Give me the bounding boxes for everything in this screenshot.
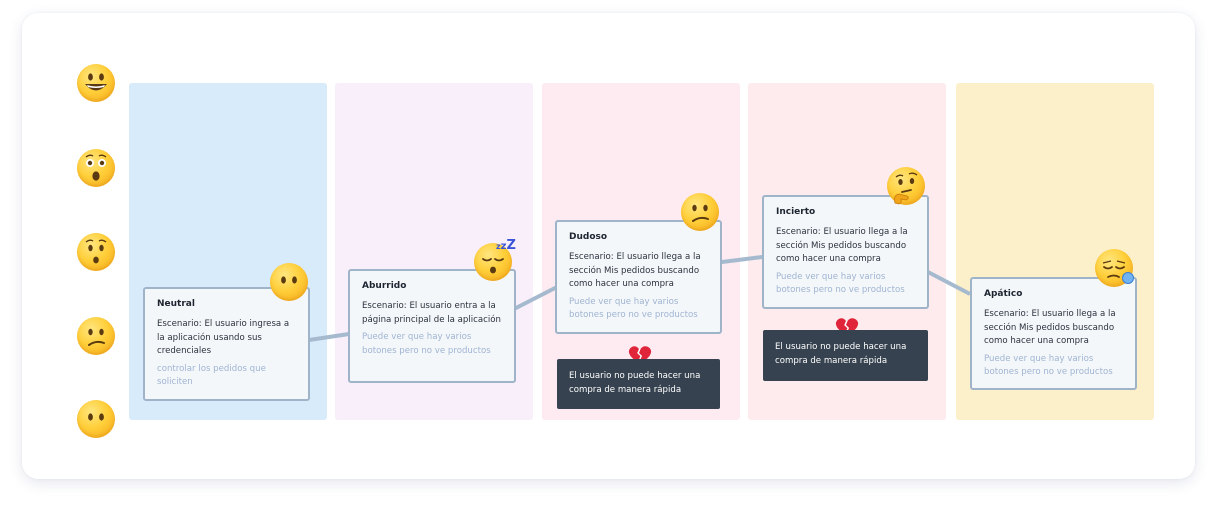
zzz-icon: zzZ [496,238,516,253]
card-scenario: Escenario: El usuario llega a la sección… [569,252,701,289]
card-hint: Puede ver que hay varios botones pero no… [569,296,698,321]
journey-card-neutral[interactable]: Neutral Escenario: El usuario ingresa a … [143,287,310,401]
card-title: Apático [984,289,1023,299]
snot-bubble-icon [1122,272,1134,284]
card-scenario: Escenario: El usuario llega a la sección… [776,227,908,264]
confused-face-icon [77,317,115,355]
confused-face-icon [681,193,719,231]
pain-point-box: El usuario no puede hacer una compra de … [763,330,928,381]
card-hint: Puede ver que hay varios botones pero no… [362,332,491,356]
card-scenario: Escenario: El usuario llega a la sección… [984,309,1116,346]
pain-point-box: El usuario no puede hacer una compra de … [557,359,720,409]
card-hint: controlar los pedidos que soliciten [157,363,266,388]
card-scenario: Escenario: El usuario ingresa a la aplic… [157,319,290,356]
card-title: Incierto [776,207,816,217]
thinking-face-icon [887,167,925,205]
journey-card-aburrido[interactable]: Aburrido Escenario: El usuario entra a l… [348,269,516,383]
face-without-mouth-icon [77,400,115,438]
face-without-mouth-icon [270,263,308,301]
hushed-face-icon [77,233,115,271]
card-scenario: Escenario: El usuario entra a la página … [362,301,501,325]
grinning-face-icon [77,64,115,102]
card-title: Dudoso [569,232,608,242]
journey-card-apatico[interactable]: Apático Escenario: El usuario llega a la… [970,277,1137,390]
journey-card-incierto[interactable]: Incierto Escenario: El usuario llega a l… [762,195,929,309]
journey-card-dudoso[interactable]: Dudoso Escenario: El usuario llega a la … [555,220,722,334]
astonished-face-icon [77,149,115,187]
pain-point-text: El usuario no puede hacer una compra de … [569,371,701,395]
card-hint: Puede ver que hay varios botones pero no… [776,271,905,296]
card-hint: Puede ver que hay varios botones pero no… [984,353,1113,378]
card-title: Aburrido [362,281,407,291]
pain-point-text: El usuario no puede hacer una compra de … [775,342,907,366]
